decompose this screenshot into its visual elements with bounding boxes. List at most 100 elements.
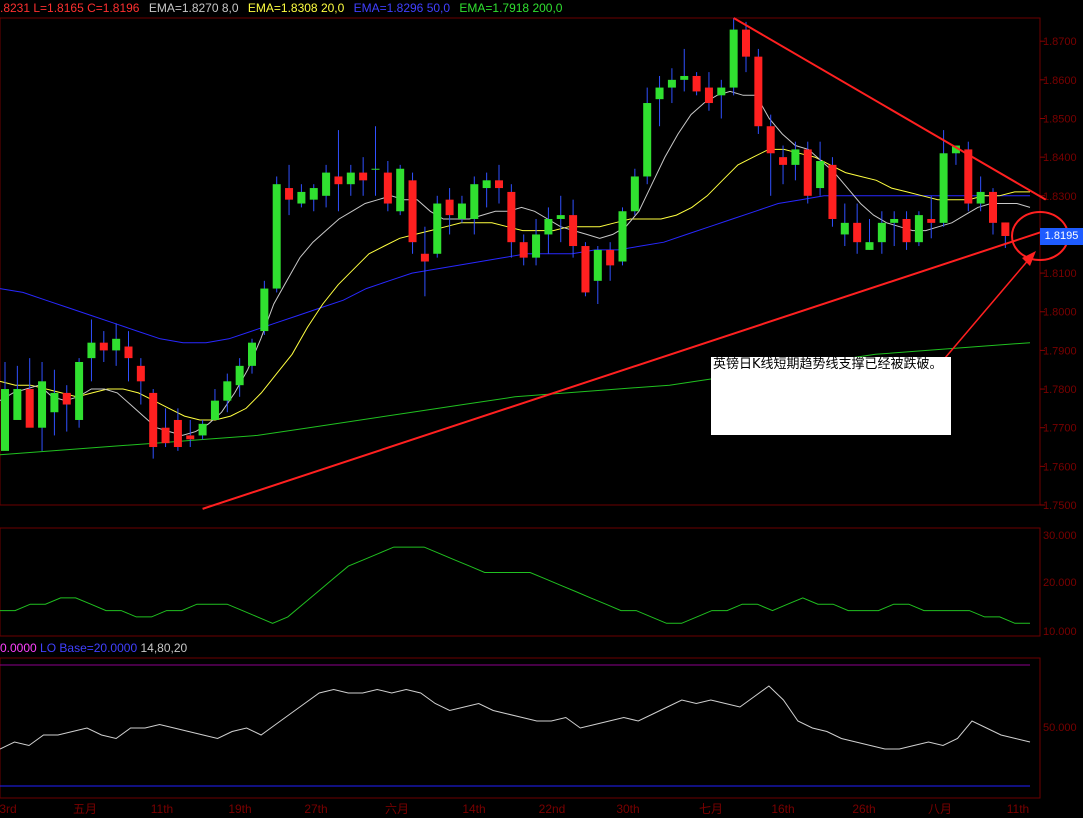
y-tick-label: 1.8300: [1043, 191, 1077, 203]
candle-body: [408, 180, 417, 243]
candle-body: [371, 168, 380, 170]
candle-body: [890, 218, 899, 223]
candle-body: [322, 172, 331, 196]
candle-body: [816, 161, 825, 189]
candle-body: [309, 188, 318, 200]
y-tick-label: 1.8100: [1043, 268, 1077, 280]
candle-body: [383, 172, 392, 204]
x-tick-label: 22nd: [539, 802, 566, 816]
price-header: .8231 L=1.8165 C=1.8196 EMA=1.8270 8,0 E…: [0, 1, 568, 15]
candle-body: [704, 87, 713, 104]
osc2-panel-frame: [0, 657, 1041, 799]
candle-body: [791, 149, 800, 165]
y-tick-label: 1.7500: [1043, 500, 1077, 512]
candle-body: [62, 392, 71, 405]
x-tick-label: 30th: [616, 802, 639, 816]
ohlc-readout: .8231 L=1.8165 C=1.8196: [0, 1, 140, 15]
candle-body: [260, 288, 269, 332]
osc1-tick-label: 10.000: [1043, 626, 1077, 638]
x-tick-label: 16th: [771, 802, 794, 816]
candle-body: [593, 249, 602, 281]
osc2-tick-label: 50.000: [1043, 722, 1077, 734]
candle-body: [482, 180, 491, 189]
candle-body: [902, 218, 911, 243]
candle-body: [581, 246, 590, 293]
ema200-readout: EMA=1.7918 200,0: [459, 1, 563, 15]
x-tick-label: 27th: [304, 802, 327, 816]
candle-body: [630, 176, 639, 212]
pointer-arrow-line: [944, 257, 1031, 359]
candle-body: [989, 191, 997, 223]
indicator-params: 14,80,20: [140, 641, 188, 655]
candle-body: [124, 346, 133, 359]
candle-body: [433, 203, 442, 254]
candle-body: [223, 381, 232, 401]
candle-body: [334, 176, 343, 185]
stochastic-oscillator: 50.000: [0, 664, 1077, 787]
candle-body: [495, 180, 503, 189]
last-price-tag: 1.8195: [1040, 228, 1083, 245]
indicator-base: LO Base=20.0000: [40, 641, 138, 655]
candle-body: [1001, 222, 1010, 236]
x-tick-label: 11th: [1007, 802, 1029, 816]
candle-body: [840, 222, 849, 235]
candle-body: [186, 435, 195, 440]
candle-body: [149, 392, 158, 448]
osc1-tick-label: 20.000: [1043, 577, 1077, 589]
candle-body: [50, 392, 59, 413]
candle-body: [75, 361, 84, 420]
osc2-path: [0, 685, 1031, 750]
y-tick-label: 1.7700: [1043, 423, 1077, 435]
candle-body: [507, 191, 516, 243]
osc1-path: [0, 546, 1030, 624]
ema8-readout: EMA=1.8270 8,0: [148, 1, 239, 15]
candle-body: [457, 203, 466, 219]
candle-body: [285, 188, 294, 200]
y-axis-ticks: 1.87001.86001.85001.84001.83001.82001.81…: [1040, 36, 1077, 512]
y-tick-label: 1.7900: [1043, 345, 1077, 357]
candle-body: [173, 419, 182, 448]
x-tick-label: 26th: [852, 802, 875, 816]
candle-body: [976, 191, 985, 204]
candle-body: [112, 338, 121, 351]
candle-body: [803, 149, 812, 196]
x-tick-label: 八月: [928, 802, 952, 816]
candle-body: [556, 215, 565, 219]
candle-body: [544, 218, 553, 235]
candle-body: [754, 56, 763, 127]
candle-body: [519, 242, 528, 258]
candle-body: [877, 222, 886, 243]
candle-body: [655, 87, 664, 100]
candle-body: [667, 79, 676, 88]
y-tick-label: 1.8700: [1043, 36, 1077, 48]
y-tick-label: 1.8400: [1043, 152, 1077, 164]
candle-body: [235, 365, 244, 386]
osc1-panel-frame: [0, 527, 1041, 637]
candle-body: [569, 215, 578, 247]
candle-body: [38, 381, 47, 428]
candle-body: [742, 29, 750, 57]
candle-body: [853, 222, 862, 243]
candle-body: [914, 215, 923, 243]
candle-body: [680, 75, 689, 80]
x-tick-label: 14th: [462, 802, 485, 816]
candle-body: [532, 234, 541, 258]
annotation-box: 英镑日K线短期趋势线支撑已经被跌破。: [711, 357, 951, 435]
candle-body: [939, 153, 948, 223]
candle-body: [865, 242, 874, 250]
y-tick-label: 1.7600: [1043, 461, 1077, 473]
candle-body: [396, 168, 405, 212]
candle-body: [359, 172, 368, 181]
candle-body: [420, 253, 429, 262]
candle-body: [161, 427, 170, 444]
trendline: [733, 17, 1047, 201]
candle-body: [445, 199, 454, 216]
indicator-header: 0.0000 LO Base=20.0000 14,80,20: [0, 641, 187, 655]
ema50-readout: EMA=1.8296 50,0: [353, 1, 451, 15]
candle-body: [692, 75, 701, 92]
candle-body: [210, 400, 219, 420]
x-tick-label: 六月: [385, 802, 409, 816]
candle-body: [766, 126, 775, 154]
candle-body: [828, 164, 837, 219]
x-tick-label: 3rd: [0, 802, 17, 816]
